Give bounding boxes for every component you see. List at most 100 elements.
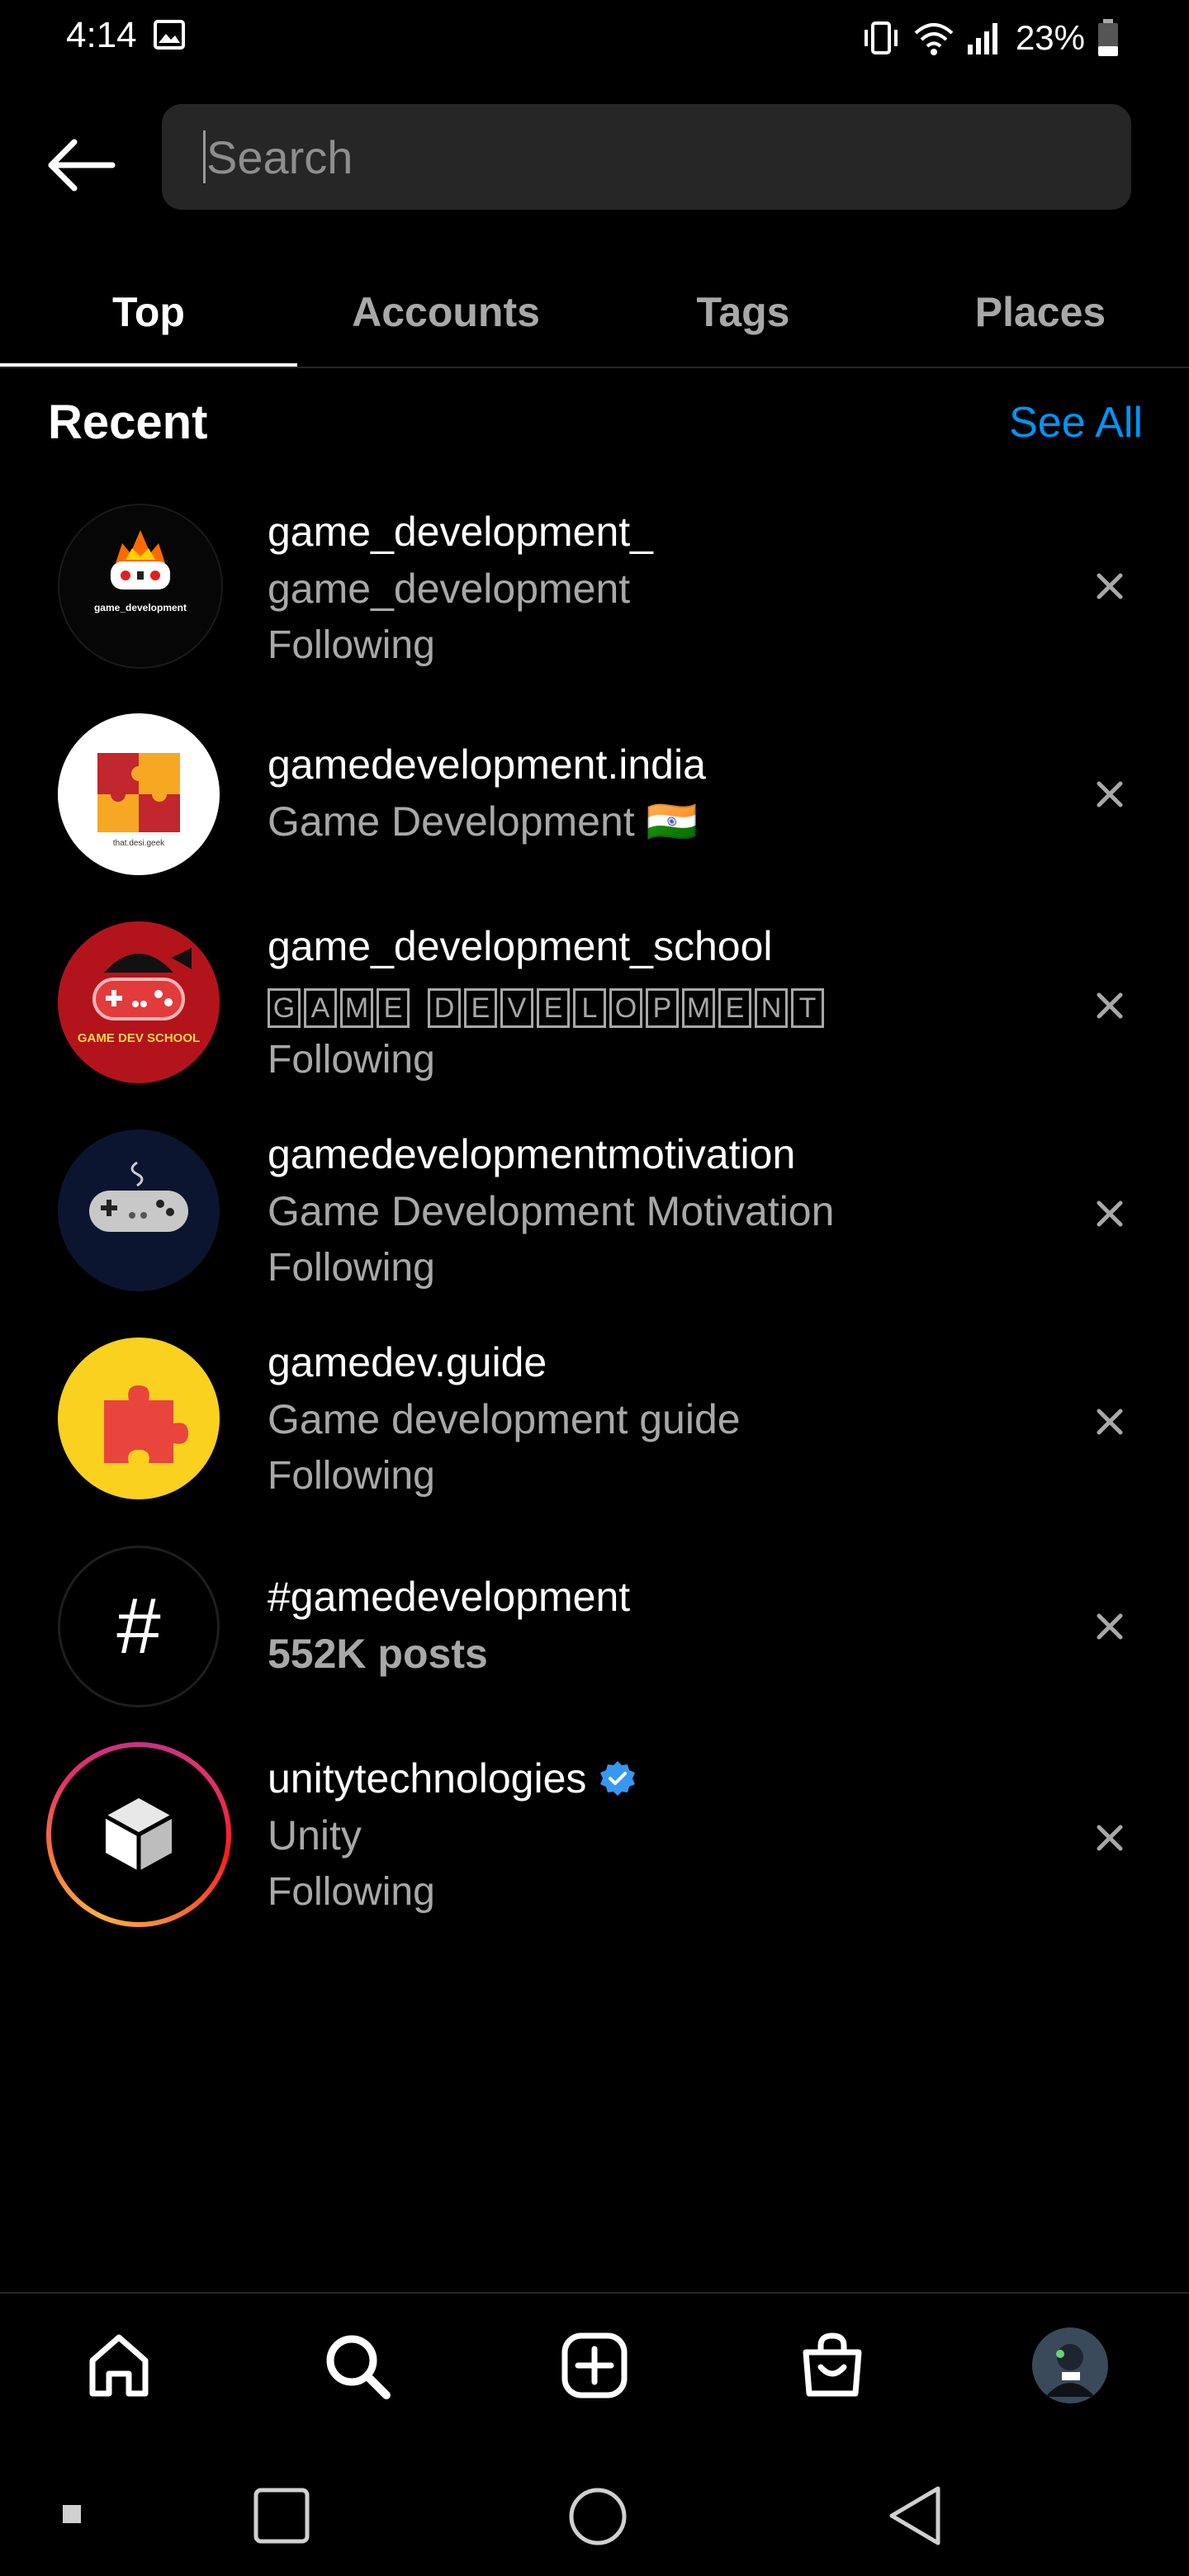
remove-button[interactable] (1085, 1602, 1135, 1651)
avatar-label: that.desi.geek (113, 839, 165, 848)
remove-button[interactable] (1085, 561, 1135, 611)
battery-percentage: 23% (1015, 18, 1085, 57)
item-name: Unity (268, 1812, 362, 1859)
avatar-label: GAME DEV SCHOOL (78, 1031, 200, 1045)
item-username: unitytechnologies (268, 1755, 587, 1802)
tab-places[interactable]: Places (892, 256, 1189, 368)
text-cursor (203, 130, 206, 183)
avatar-label: game_development (94, 602, 187, 613)
avatar: GAME DEV SCHOOL (58, 921, 220, 1083)
story-ring[interactable] (46, 1742, 231, 1927)
item-username: gamedev.guide (268, 1339, 547, 1385)
remove-button[interactable] (1085, 1189, 1135, 1238)
gallery-notification-icon (154, 20, 185, 50)
shop-icon (803, 2332, 862, 2397)
boxed-letter: P (646, 988, 679, 1028)
item-name: Game Development Motivation (268, 1188, 835, 1234)
home-system-button[interactable] (568, 2487, 628, 2550)
back-triangle-icon (889, 2486, 940, 2545)
boxed-letter: O (609, 988, 642, 1028)
close-icon (1097, 781, 1123, 807)
tab-tags[interactable]: Tags (594, 256, 892, 368)
boxed-letter (413, 988, 424, 1023)
status-time: 4:14 (66, 15, 137, 55)
boxed-letter: E (537, 988, 570, 1028)
boxed-letter: E (464, 988, 497, 1028)
list-item[interactable]: unitytechnologies Unity Following (0, 1742, 1189, 1958)
arrow-left-icon (48, 139, 116, 192)
system-nav-bar (0, 2452, 1189, 2576)
home-circle-icon (569, 2488, 627, 2545)
verified-badge-icon (600, 1761, 636, 1796)
nav-home[interactable] (0, 2295, 238, 2436)
item-username-row: unitytechnologies (268, 1750, 637, 1807)
nav-search[interactable] (238, 2295, 476, 2436)
search-icon (326, 2335, 391, 2399)
remove-button[interactable] (1085, 1813, 1135, 1863)
close-icon (1097, 992, 1123, 1019)
recents-icon (253, 2488, 310, 2544)
tab-accounts[interactable]: Accounts (297, 256, 594, 368)
back-button[interactable] (41, 132, 121, 198)
see-all-link[interactable]: See All (1009, 398, 1143, 447)
tab-top[interactable]: Top (0, 256, 297, 368)
boxed-letter: G (268, 988, 301, 1028)
item-username: gamedevelopmentmotivation (268, 1131, 796, 1177)
item-name: Game Development 🇮🇳 (268, 798, 698, 845)
list-item[interactable]: that.desi.geek gamedevelopment.india Gam… (0, 710, 1189, 918)
close-icon (1097, 1409, 1123, 1435)
item-username: game_development_ (268, 509, 653, 555)
nav-create[interactable] (476, 2295, 713, 2436)
list-item[interactable]: gamedevelopmentmotivation Game Developme… (0, 1126, 1189, 1334)
status-indicators: 23% (860, 13, 1120, 63)
item-status: Following (268, 1038, 435, 1082)
nav-dot (63, 2505, 81, 2523)
back-system-button[interactable] (887, 2485, 943, 2550)
recent-heading: Recent (48, 395, 208, 449)
search-field[interactable] (162, 104, 1131, 210)
avatar (58, 1338, 220, 1499)
nav-shop[interactable] (713, 2295, 951, 2436)
home-icon (89, 2334, 149, 2397)
search-input[interactable] (205, 129, 1100, 185)
item-name: Game development guide (268, 1396, 741, 1442)
vibrate-icon (864, 21, 898, 54)
bottom-nav-divider (0, 2292, 1189, 2294)
item-name: game_development (268, 566, 631, 612)
list-item[interactable]: # #gamedevelopment 552K posts (0, 1542, 1189, 1750)
item-status: Following (268, 1454, 435, 1498)
hashtag-avatar: # (58, 1546, 220, 1707)
boxed-letter: A (304, 988, 337, 1028)
avatar (58, 1129, 220, 1291)
hashtag-icon: # (116, 1582, 161, 1670)
close-icon (1097, 1200, 1123, 1227)
list-item[interactable]: gamedev.guide Game development guide Fol… (0, 1334, 1189, 1542)
boxed-letter: V (500, 988, 533, 1028)
list-item[interactable]: game_development game_development_ game_… (0, 495, 1189, 703)
recents-button[interactable] (253, 2487, 310, 2549)
profile-avatar (1032, 2327, 1108, 2403)
signal-icon (967, 23, 997, 54)
item-status: Following (268, 1246, 435, 1290)
close-icon (1097, 1825, 1123, 1851)
boxed-letter: E (377, 988, 410, 1028)
item-post-count: 552K posts (268, 1631, 488, 1677)
nav-profile[interactable] (951, 2295, 1189, 2436)
item-username: game_development_school (268, 923, 773, 969)
remove-button[interactable] (1085, 1397, 1135, 1447)
avatar: that.desi.geek (58, 713, 220, 875)
create-icon (561, 2332, 628, 2398)
remove-button[interactable] (1085, 981, 1135, 1030)
remove-button[interactable] (1085, 769, 1135, 819)
list-item[interactable]: GAME DEV SCHOOL game_development_school … (0, 918, 1189, 1126)
item-username: gamedevelopment.india (268, 741, 706, 788)
close-icon (1097, 573, 1123, 599)
search-tabs: Top Accounts Tags Places (0, 256, 1189, 368)
unity-logo-icon (104, 1798, 173, 1871)
bottom-nav (0, 2295, 1189, 2436)
tabs-divider (0, 367, 1189, 368)
boxed-letter: T (791, 988, 824, 1028)
item-name: GAMEDEVELOPMENT (268, 974, 824, 1032)
boxed-letter: D (428, 988, 461, 1028)
item-hashtag: #gamedevelopment (268, 1574, 631, 1620)
